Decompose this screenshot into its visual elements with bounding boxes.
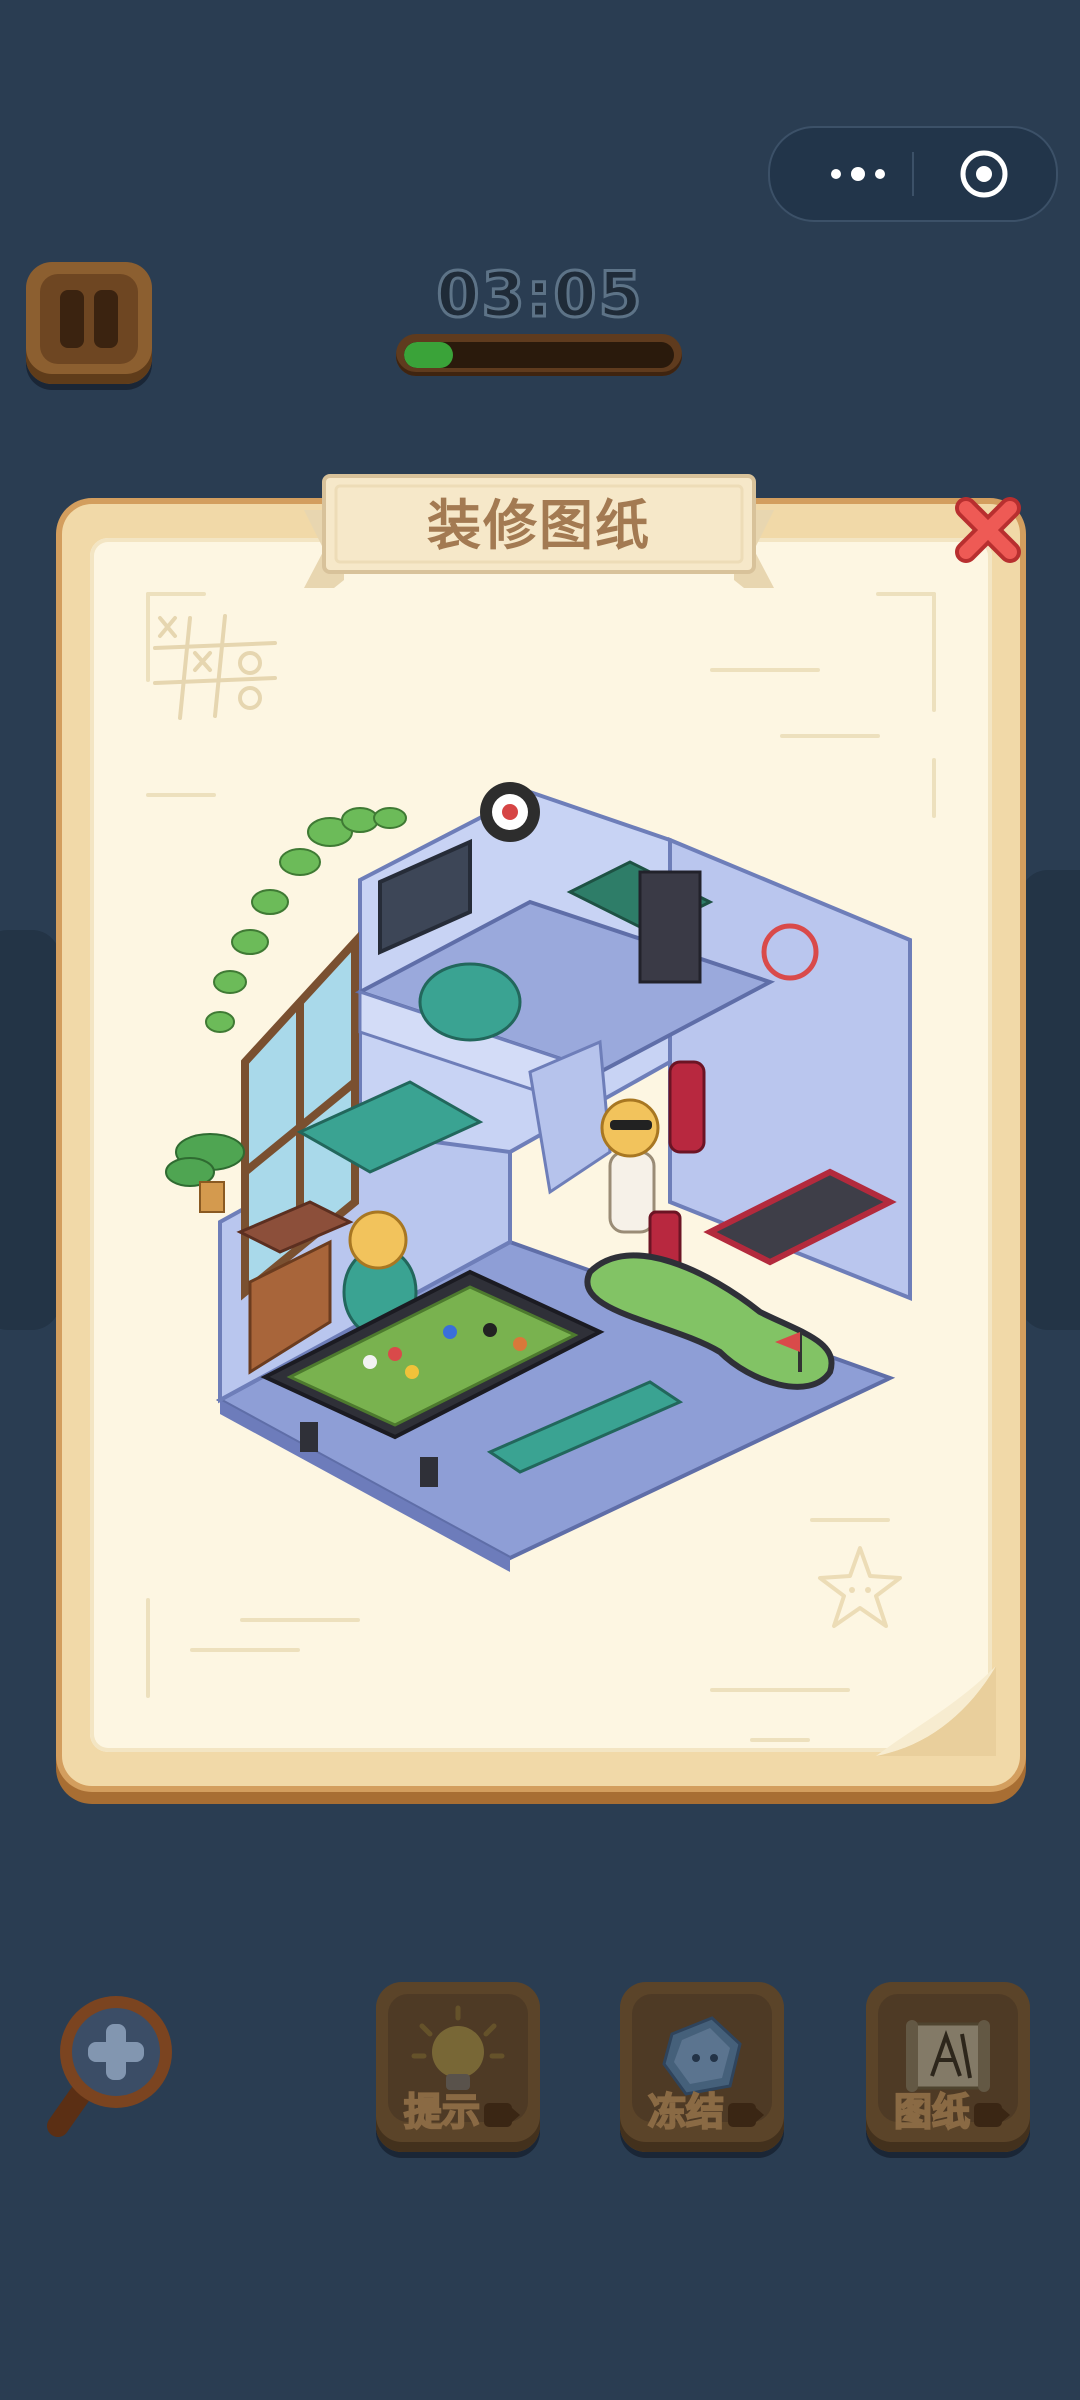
page-curl — [876, 1666, 996, 1756]
punching-bag — [668, 1060, 706, 1154]
drinks-fridge — [638, 870, 702, 984]
time-progress-fill — [404, 342, 453, 368]
tic-tac-toe-doodle — [153, 614, 277, 720]
miniprogram-capsule — [768, 126, 1058, 222]
magnifier-plus-icon[interactable] — [44, 1990, 184, 2140]
freeze-button[interactable]: 冻结 — [620, 1982, 784, 2152]
hint-button[interactable]: 提示 — [376, 1982, 540, 2152]
potted-plant — [165, 1133, 245, 1213]
close-x-icon[interactable] — [950, 492, 1026, 568]
hint-label: 提示 — [376, 2081, 540, 2136]
countdown-timer: 03:05 — [435, 257, 644, 333]
blueprint-label: 图纸 — [866, 2081, 1030, 2136]
background-panel-left — [0, 930, 60, 1330]
room-blueprint-illustration — [165, 782, 912, 1572]
video-icon — [484, 2102, 520, 2127]
video-icon — [974, 2102, 1010, 2127]
pause-icon — [40, 274, 138, 364]
more-dots-icon[interactable] — [808, 128, 908, 220]
blueprint-button[interactable]: 图纸 — [866, 1982, 1030, 2152]
modal-title: 装修图纸 — [427, 493, 651, 557]
background-panel-right — [1020, 870, 1080, 1330]
video-icon — [728, 2102, 764, 2127]
time-progress-bar — [396, 334, 682, 376]
freeze-label: 冻结 — [620, 2081, 784, 2136]
target-circle-icon[interactable] — [958, 148, 1010, 200]
capsule-divider — [912, 152, 914, 196]
beanbag-chair — [418, 962, 522, 1042]
pause-button[interactable] — [26, 262, 152, 384]
